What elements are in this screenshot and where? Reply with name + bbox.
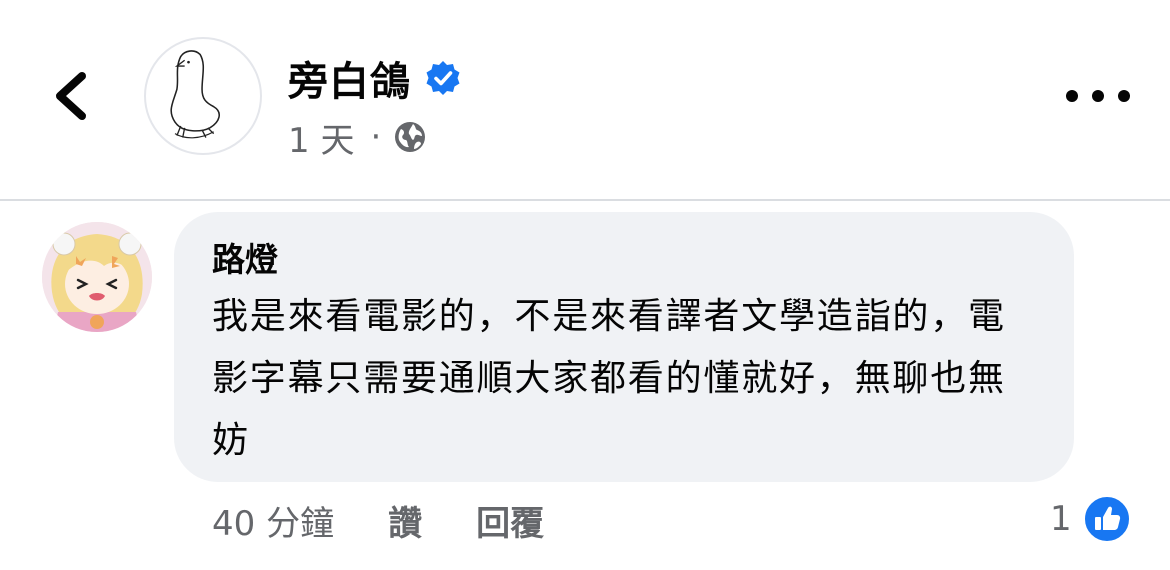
comment-actions: 40 分鐘 讚 回覆 (212, 495, 544, 545)
meta-separator: · (370, 117, 382, 157)
comment-text: 我是來看電影的，不是來看譯者文學造詣的，電影字幕只需要通順大家都看的懂就好，無聊… (212, 296, 1006, 461)
post-header: 旁白鴿 1 天 · (0, 0, 1170, 200)
verified-badge-icon (425, 60, 461, 96)
reply-button[interactable]: 回覆 (476, 496, 544, 545)
commenter-avatar[interactable] (42, 222, 152, 332)
like-button[interactable]: 讚 (388, 496, 422, 545)
comment-time[interactable]: 40 分鐘 (212, 496, 334, 545)
comment-author[interactable]: 路燈 (212, 238, 1036, 282)
reaction-summary[interactable]: 1 (1050, 492, 1132, 546)
more-options-button[interactable] (1066, 80, 1130, 112)
reaction-count: 1 (1050, 499, 1072, 539)
post-time[interactable]: 1 天 (288, 113, 354, 162)
globe-icon (393, 120, 427, 154)
post-meta: 1 天 · (288, 113, 427, 162)
anime-girl-avatar-icon (42, 222, 152, 332)
page-avatar[interactable] (144, 37, 262, 155)
more-dot-icon (1118, 90, 1130, 102)
thumbs-up-icon (1082, 494, 1132, 544)
pigeon-sketch-icon (170, 50, 220, 139)
chevron-left-icon (56, 72, 86, 120)
more-dot-icon (1092, 90, 1104, 102)
back-button[interactable] (46, 66, 106, 126)
header-divider (0, 199, 1170, 201)
more-dot-icon (1066, 90, 1078, 102)
comment-bubble: 路燈 我是來看電影的，不是來看譯者文學造詣的，電影字幕只需要通順大家都看的懂就好… (174, 212, 1074, 482)
page-name[interactable]: 旁白鴿 (288, 49, 411, 107)
